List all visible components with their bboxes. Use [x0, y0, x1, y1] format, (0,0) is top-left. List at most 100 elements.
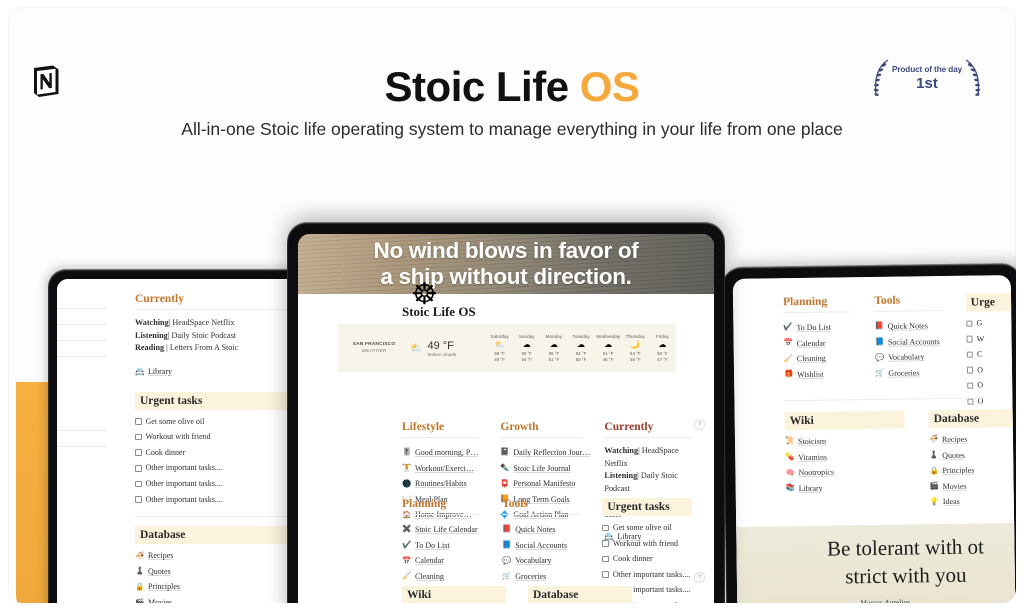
list-item[interactable]: 🍜 Recipes	[135, 548, 303, 564]
list-item[interactable]: Other important tasks....	[135, 492, 303, 508]
checkbox[interactable]	[602, 571, 609, 578]
list-item[interactable]: 💊 Vitamins	[785, 448, 905, 465]
section-title-tools: Tools	[502, 498, 581, 515]
list-item[interactable]: Workout with friend	[602, 536, 692, 552]
weather-city: SAN FRANCISCO	[352, 341, 396, 347]
item-label: Cleaning	[796, 353, 826, 364]
task-label: G	[976, 318, 983, 328]
list-item[interactable]: Get some olive oil	[602, 520, 692, 536]
list-item[interactable]: Other important tasks....	[135, 460, 303, 476]
list-item[interactable]: 📜 Stoicism	[785, 433, 905, 450]
checkbox[interactable]	[966, 351, 974, 358]
ships-wheel-icon: ☸	[411, 278, 438, 311]
list-item[interactable]: ✔️ To Do List	[402, 538, 480, 554]
task-label: Other important tasks....	[145, 494, 223, 504]
task-label: Workout with friend	[612, 538, 678, 548]
list-item[interactable]: C	[966, 346, 1015, 363]
list-item[interactable]: O	[966, 362, 1016, 379]
manifesto-icon: 📮	[500, 478, 510, 488]
forecast-low: 47 °F	[657, 356, 668, 362]
checkbox[interactable]	[966, 382, 974, 390]
list-item[interactable]: Other important tasks....	[602, 567, 692, 583]
list-item[interactable]: 📓 Daily Reflection Jour…	[500, 445, 590, 461]
list-item[interactable]: 🛒 Groceries	[875, 365, 943, 382]
section-title-planning: Planning	[782, 295, 851, 314]
checkbox[interactable]	[135, 496, 142, 503]
list-item[interactable]: 📘 Social Accounts	[502, 538, 580, 554]
product-of-the-day-badge: Product of the day 1st	[871, 55, 983, 103]
list-item[interactable]: 🎬 Movies	[135, 595, 303, 603]
list-item[interactable]: ♟️ Quotes	[135, 564, 303, 580]
checkbox[interactable]	[135, 433, 142, 441]
vocabulary-icon: 💬	[875, 352, 885, 362]
screenshot-root: Stoic Life OS All-in-one Stoic life oper…	[0, 0, 1024, 610]
checkbox[interactable]	[965, 320, 973, 327]
forecast-low: 46 °F	[602, 356, 614, 362]
list-item[interactable]: 🌑 Routines/Habits	[402, 476, 478, 492]
checkbox[interactable]	[602, 540, 609, 547]
good-morning-icon: 🎚️	[402, 447, 412, 457]
db-label: Movies	[148, 598, 172, 603]
cloud-icon: ☁	[658, 339, 667, 349]
list-item[interactable]: G	[965, 315, 1016, 332]
stoicism-icon: 📜	[784, 436, 795, 446]
checkbox[interactable]	[135, 449, 142, 456]
list-item[interactable]: 🍜 Recipes	[929, 431, 1016, 448]
currently-line: Listening| Daily Stoic Podcast	[604, 471, 678, 494]
library-link[interactable]: 📇 Library	[135, 364, 303, 380]
right-tablet-screen: Planning ✔️ To Do List 📅 Calendar 🧹 Cleanin…	[732, 275, 1016, 603]
list-item[interactable]: 🎚️ Good morning, P…	[402, 445, 478, 461]
list-item[interactable]: 📅 Calendar	[402, 553, 480, 569]
currently-line: Reading | Letters From A Stoic	[135, 343, 239, 353]
list-item[interactable]: 🔒 Principles	[929, 462, 1015, 479]
checkbox[interactable]	[602, 524, 609, 532]
list-item[interactable]: O	[967, 393, 1015, 410]
list-item[interactable]: 🛒 Groceries	[502, 569, 580, 585]
help-button[interactable]: ?	[694, 419, 705, 430]
checkbox[interactable]	[135, 418, 142, 425]
task-label: Cook dinner	[612, 554, 653, 564]
forecast-low: 50 °F	[575, 356, 587, 362]
list-item[interactable]: 📕 Quick Notes	[875, 318, 943, 335]
checkbox[interactable]	[135, 480, 142, 488]
list-item[interactable]: 💡 Ideas	[930, 493, 1016, 510]
list-item[interactable]: W	[966, 330, 1015, 347]
list-item[interactable]: O	[966, 377, 1016, 394]
list-item[interactable]: Cook dinner	[602, 551, 692, 567]
checkbox[interactable]	[967, 398, 974, 405]
list-item[interactable]: Cook dinner	[135, 445, 303, 461]
help-button[interactable]: ?	[694, 572, 705, 583]
list-item[interactable]: 🏋️ Workout/Exerci…	[402, 461, 478, 477]
list-item[interactable]: 📚 Library	[786, 479, 906, 496]
checkbox[interactable]	[602, 555, 609, 563]
hero-quote: No wind blows in favor of a ship without…	[298, 234, 714, 294]
list-item[interactable]: 💬 Vocabulary	[875, 349, 943, 366]
checkbox[interactable]	[966, 366, 974, 374]
list-item[interactable]: 🎁Wishlist	[784, 366, 852, 383]
list-item[interactable]: 🧹 Cleaning	[784, 350, 852, 367]
item-label: Vocabulary	[888, 352, 925, 362]
checkbox[interactable]	[966, 335, 973, 343]
list-item[interactable]: 📮 Personal Manifesto	[500, 476, 582, 492]
list-item[interactable]: 🔒 Principles	[135, 579, 303, 595]
list-item[interactable]: ✔️ To Do List	[783, 319, 851, 336]
list-item[interactable]: 🎬 Movies	[930, 478, 1016, 495]
list-item[interactable]: 💬 Vocabulary	[502, 553, 580, 569]
library-icon: 📇	[135, 366, 145, 376]
task-label: Get some olive oil	[145, 416, 205, 426]
list-item[interactable]: Get some olive oil	[135, 414, 303, 430]
list-item[interactable]: 🧹 Cleaning	[402, 569, 480, 585]
list-item[interactable]: ♟️ Quotes	[929, 446, 1015, 463]
item-label: Quick Notes	[515, 525, 556, 534]
list-item[interactable]: Workout with friend	[135, 429, 303, 445]
list-item[interactable]: 📅 Calendar	[784, 335, 852, 352]
checkbox[interactable]	[135, 465, 142, 472]
list-item[interactable]: 🧠 Nootropics	[785, 464, 905, 481]
section-title-tools: Tools	[874, 294, 942, 312]
list-item[interactable]: 📘 Social Accounts	[875, 334, 943, 351]
list-item[interactable]: ✖️ Stoic Life Calendar	[402, 522, 480, 538]
calendar-icon: 📅	[783, 338, 794, 348]
list-item[interactable]: 📕 Quick Notes	[502, 522, 580, 538]
list-item[interactable]: ✒️ Stoic Life Journal	[500, 461, 582, 477]
list-item[interactable]: Other important tasks....	[135, 476, 303, 492]
